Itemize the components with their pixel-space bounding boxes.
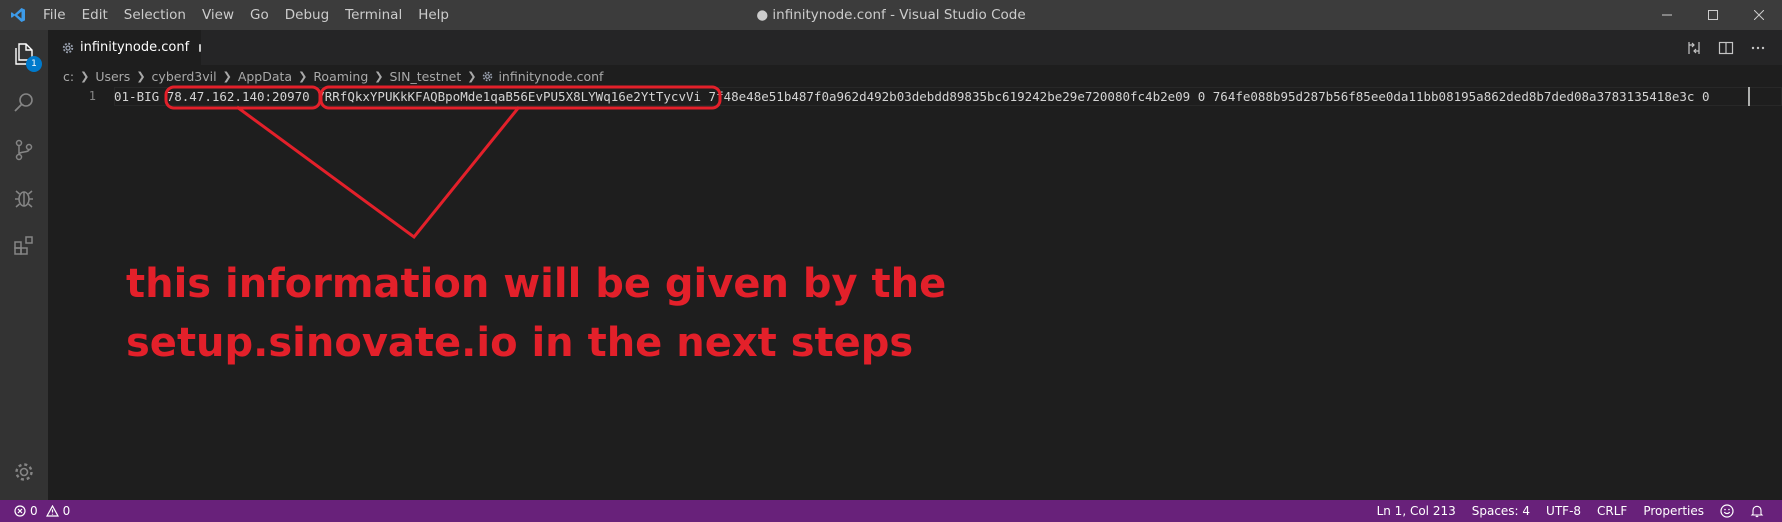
- ip-highlight-box: [164, 85, 322, 110]
- warnings-count: 0: [62, 504, 71, 518]
- cursor-position[interactable]: Ln 1, Col 213: [1369, 500, 1464, 522]
- errors-status: 0: [14, 500, 46, 522]
- warning-icon: [45, 505, 59, 517]
- errors-count: 0: [30, 504, 38, 518]
- vscode-window: File Edit Selection View Go Debug Termin…: [0, 0, 1782, 522]
- error-icon: [14, 505, 26, 517]
- indentation-status[interactable]: Spaces: 4: [1464, 500, 1538, 522]
- feedback-button[interactable]: [1712, 500, 1742, 522]
- notifications-button[interactable]: [1742, 500, 1772, 522]
- status-bar: 0 0 Ln 1, Col 213 Spaces: 4 UTF-8 CRLF P…: [0, 500, 1782, 522]
- status-bar-right: Ln 1, Col 213 Spaces: 4 UTF-8 CRLF Prope…: [1369, 500, 1772, 522]
- annotation-pointer: [236, 105, 521, 240]
- language-mode[interactable]: Properties: [1635, 500, 1712, 522]
- smiley-icon: [1720, 504, 1734, 518]
- eol-status[interactable]: CRLF: [1589, 500, 1635, 522]
- address-highlight-box: [319, 85, 722, 110]
- warnings-status: 0: [45, 500, 79, 522]
- problems-indicator[interactable]: 0 0: [0, 500, 78, 522]
- annotation-text: this information will be given by the se…: [126, 261, 947, 366]
- bell-icon: [1750, 505, 1764, 518]
- encoding-status[interactable]: UTF-8: [1538, 500, 1589, 522]
